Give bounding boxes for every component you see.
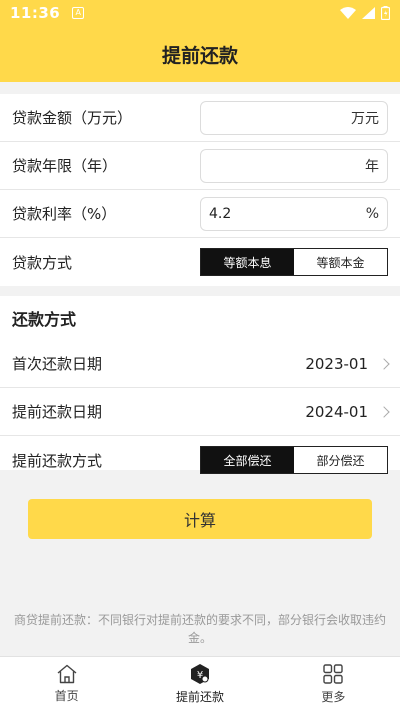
loan-amount-input[interactable]: 万元 xyxy=(200,100,388,135)
loan-method-label: 贷款方式 xyxy=(12,253,73,272)
tab-more-label: 更多 xyxy=(321,689,346,704)
status-bar: 11:36 A xyxy=(0,0,400,26)
loan-years-row: 贷款年限（年） 年 xyxy=(0,142,400,190)
loan-method-row: 贷款方式 等额本息 等额本金 xyxy=(0,238,400,286)
early-repay-date-value: 2024-01 xyxy=(305,402,368,421)
loan-method-toggle: 等额本息 等额本金 xyxy=(200,248,388,276)
loan-years-label: 贷款年限（年） xyxy=(12,157,118,175)
loan-info-card: 贷款金额（万元） 万元 贷款年限（年） 年 贷款利率（%） 4.2 % 贷款方式… xyxy=(0,94,400,286)
early-repay-partial[interactable]: 部分偿还 xyxy=(294,447,387,473)
loan-rate-label: 贷款利率（%） xyxy=(12,205,117,223)
early-repay-full[interactable]: 全部偿还 xyxy=(201,447,294,473)
tab-early-repay-label: 提前还款 xyxy=(175,689,224,704)
early-repay-icon: ¥ xyxy=(190,663,209,684)
early-repay-method-row: 提前还款方式 全部偿还 部分偿还 xyxy=(0,436,400,484)
battery-icon xyxy=(381,6,390,20)
tab-more[interactable]: 更多 xyxy=(267,657,400,710)
disclaimer-note: 商贷提前还款：不同银行对提前还款的要求不同，部分银行会收取违约金。 xyxy=(13,613,386,645)
app-header: 提前还款 xyxy=(0,26,400,82)
first-repay-date-value: 2023-01 xyxy=(305,354,368,373)
loan-method-equal-installment[interactable]: 等额本息 xyxy=(201,249,294,275)
loan-amount-label: 贷款金额（万元） xyxy=(12,109,133,127)
page-title: 提前还款 xyxy=(161,44,238,67)
status-icons xyxy=(340,6,390,20)
early-repay-method-label: 提前还款方式 xyxy=(12,451,103,470)
loan-rate-unit: % xyxy=(365,205,379,222)
wifi-icon xyxy=(340,7,356,19)
chevron-right-icon xyxy=(378,405,390,418)
app-notification-icon: A xyxy=(72,7,85,19)
repay-section-title: 还款方式 xyxy=(12,310,77,329)
tab-home-label: 首页 xyxy=(54,688,79,703)
tab-home[interactable]: 首页 xyxy=(0,657,133,710)
early-repay-date-label: 提前还款日期 xyxy=(12,403,103,421)
first-repay-date-label: 首次还款日期 xyxy=(12,355,103,373)
loan-years-unit: 年 xyxy=(365,158,379,175)
early-repay-method-toggle: 全部偿还 部分偿还 xyxy=(200,446,388,474)
loan-rate-input[interactable]: 4.2 % xyxy=(200,196,388,231)
loan-years-input[interactable]: 年 xyxy=(200,148,388,183)
home-icon xyxy=(57,664,77,683)
loan-method-equal-principal[interactable]: 等额本金 xyxy=(294,249,387,275)
tab-early-repay[interactable]: ¥ 提前还款 xyxy=(133,657,266,710)
calculate-button[interactable]: 计算 xyxy=(28,499,372,539)
early-repay-date-row[interactable]: 提前还款日期 2024-01 xyxy=(0,388,400,436)
loan-amount-row: 贷款金额（万元） 万元 xyxy=(0,94,400,142)
signal-icon xyxy=(362,7,375,19)
loan-amount-unit: 万元 xyxy=(351,110,379,127)
chevron-right-icon xyxy=(378,357,390,370)
first-repay-date-row[interactable]: 首次还款日期 2023-01 xyxy=(0,340,400,388)
repay-card: 还款方式 首次还款日期 2023-01 提前还款日期 2024-01 提前还款方… xyxy=(0,296,400,474)
bottom-tab-bar: 首页 ¥ 提前还款 更多 xyxy=(0,656,400,710)
status-time: 11:36 xyxy=(10,4,61,22)
more-icon xyxy=(323,663,344,684)
loan-rate-row: 贷款利率（%） 4.2 % xyxy=(0,190,400,238)
loan-rate-value: 4.2 xyxy=(209,205,232,222)
